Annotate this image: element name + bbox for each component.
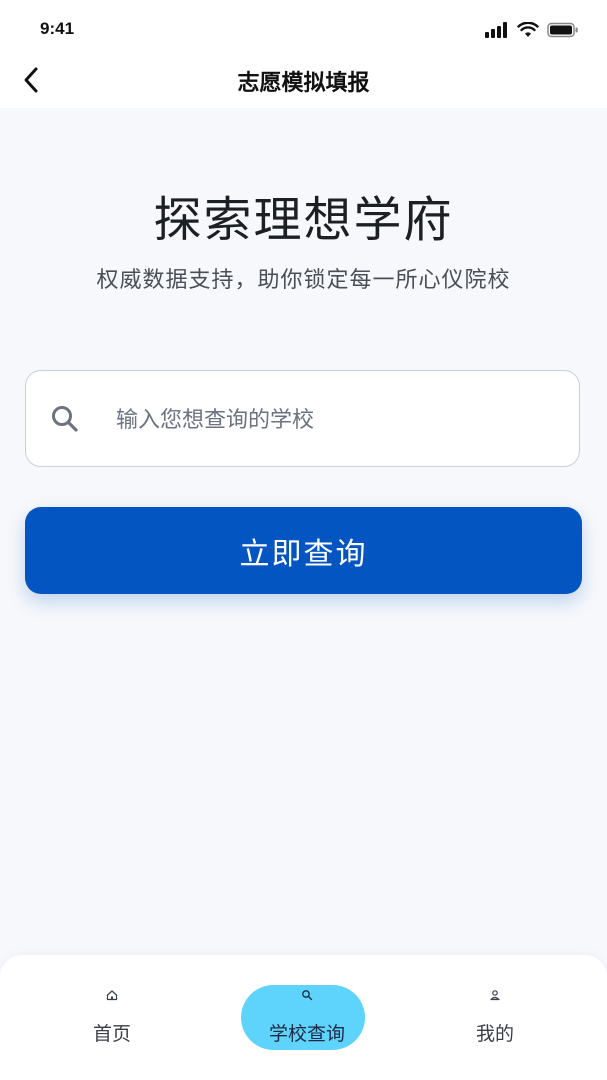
- home-icon: [106, 990, 118, 1001]
- search-icon: [302, 990, 313, 1001]
- tab-school-search[interactable]: 学校查询: [237, 955, 377, 1080]
- status-time: 9:41: [40, 19, 75, 38]
- user-icon: [490, 990, 500, 1001]
- search-icon: [52, 406, 78, 432]
- status-bar: 9:41: [0, 0, 607, 56]
- wifi-icon: [517, 22, 539, 37]
- tab-home-label: 首页: [92, 1023, 131, 1045]
- status-icons: [485, 22, 579, 38]
- tab-mine[interactable]: 我的: [425, 955, 565, 1080]
- nav-bar: 志愿模拟填报: [0, 56, 607, 108]
- query-button[interactable]: 立即查询: [25, 507, 582, 594]
- bottom-tab-bar: 首页 学校查询 我的: [0, 955, 607, 1080]
- tab-mine-label: 我的: [475, 1023, 514, 1045]
- search-box[interactable]: [25, 370, 580, 467]
- hero-title: 探索理想学府: [153, 192, 454, 248]
- cellular-signal-icon: [485, 22, 507, 38]
- tab-school-search-label: 学校查询: [268, 1023, 345, 1045]
- battery-icon: [547, 22, 578, 38]
- hero-subtitle: 权威数据支持，助你锁定每一所心仪院校: [96, 268, 511, 293]
- page-title: 志愿模拟填报: [237, 71, 370, 96]
- tab-home[interactable]: 首页: [42, 955, 182, 1080]
- search-input[interactable]: [114, 395, 558, 445]
